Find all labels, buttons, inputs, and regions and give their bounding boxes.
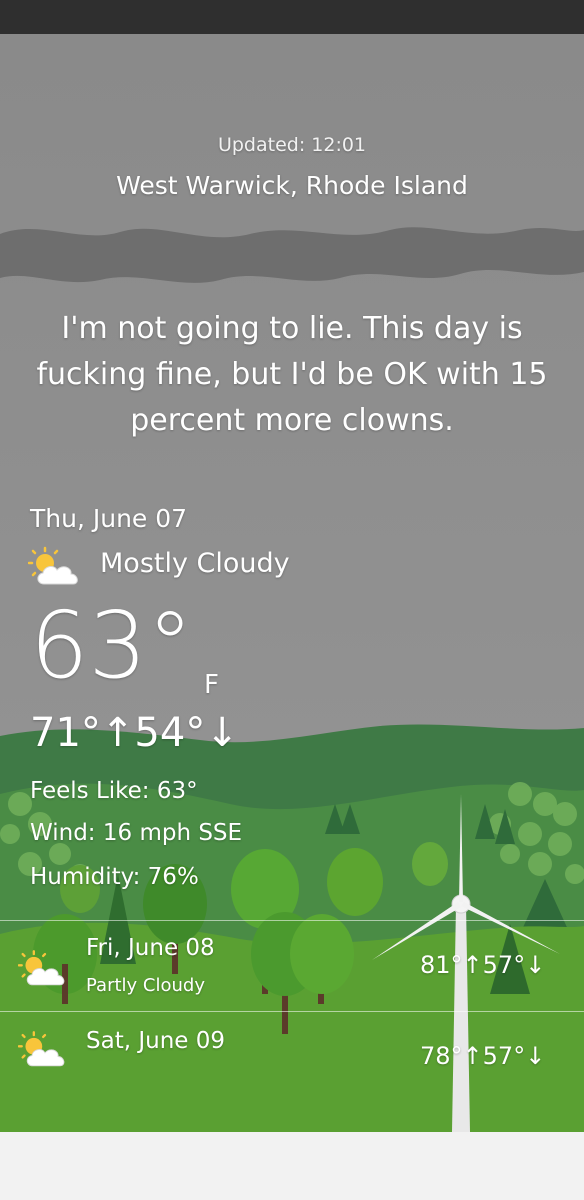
forecast-condition: Partly Cloudy xyxy=(86,975,205,996)
forecast-row-friday[interactable]: Fri, June 08 Partly Cloudy 81°↑57°↓ xyxy=(0,921,584,1013)
updated-time: Updated: 12:01 xyxy=(217,134,367,156)
partly-sunny-cloud-icon xyxy=(18,950,65,986)
temperature-unit[interactable]: F xyxy=(204,670,219,700)
snarky-summary: I'm not going to lie. This day is fuckin… xyxy=(36,311,548,438)
humidity: Humidity: 76% xyxy=(30,864,199,890)
condition-label: Mostly Cloudy xyxy=(100,548,290,579)
location-name[interactable]: West Warwick, Rhode Island xyxy=(0,171,584,200)
current-date: Thu, June 07 xyxy=(30,504,188,533)
navigation-bar xyxy=(0,1132,584,1200)
current-temperature: 63° xyxy=(30,592,194,699)
wind: Wind: 16 mph SSE xyxy=(30,820,243,846)
weather-app: Updated: 12:01 West Warwick, Rhode Islan… xyxy=(0,34,584,1132)
partly-sunny-cloud-icon xyxy=(18,1031,65,1067)
partly-sunny-cloud-icon xyxy=(28,546,78,585)
forecast-day: Sat, June 09 xyxy=(86,1028,225,1054)
forecast-day: Fri, June 08 xyxy=(86,935,215,961)
forecast-hi-lo: 78°↑57°↓ xyxy=(420,1042,546,1070)
feels-like: Feels Like: 63° xyxy=(30,778,198,804)
forecast-hi-lo: 81°↑57°↓ xyxy=(420,951,546,979)
forecast-row-saturday[interactable]: Sat, June 09 78°↑57°↓ xyxy=(0,1012,584,1132)
status-bar xyxy=(0,0,584,34)
today-hi-lo: 71°↑54°↓ xyxy=(30,710,239,756)
